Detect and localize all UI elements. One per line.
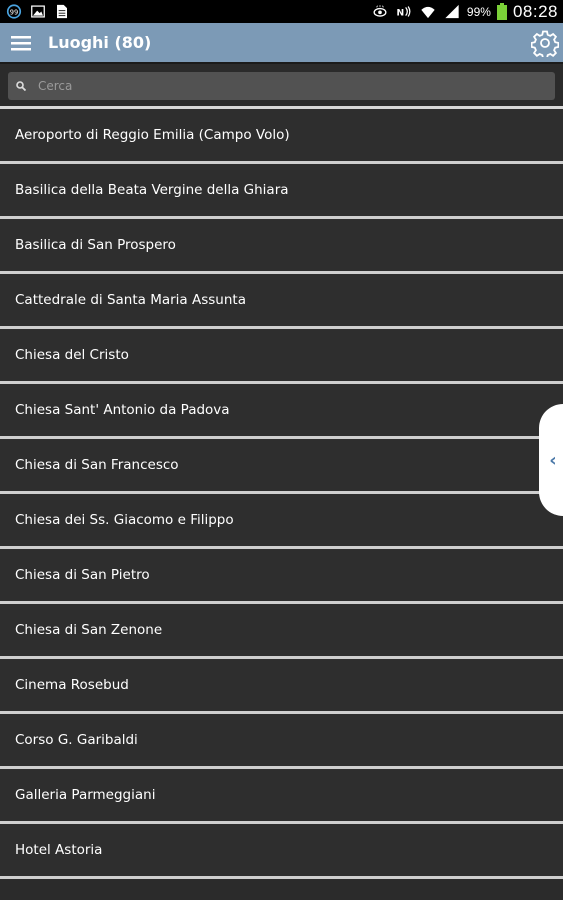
battery-icon — [496, 3, 507, 20]
list-item[interactable]: Hotel Astoria — [0, 824, 563, 879]
list-item[interactable]: Galleria Parmeggiani — [0, 769, 563, 824]
image-icon — [31, 5, 45, 18]
svg-text:99: 99 — [10, 8, 18, 16]
app-bar: Luoghi (80) — [0, 23, 563, 64]
wifi-icon — [421, 6, 435, 19]
list-item[interactable]: Chiesa Sant' Antonio da Padova — [0, 384, 563, 439]
gear-icon — [530, 30, 560, 60]
svg-text:N: N — [396, 8, 404, 19]
list-item[interactable]: Cattedrale di Santa Maria Assunta — [0, 274, 563, 329]
search-icon — [16, 81, 26, 91]
settings-button[interactable] — [530, 29, 560, 60]
list-item[interactable]: Corso G. Garibaldi — [0, 714, 563, 769]
status-bar-left: 99 — [5, 4, 71, 19]
list-item[interactable]: Aeroporto di Reggio Emilia (Campo Volo) — [0, 109, 563, 164]
list-item[interactable]: Chiesa del Cristo — [0, 329, 563, 384]
search-box[interactable] — [8, 72, 555, 100]
menu-icon — [11, 35, 31, 50]
side-drawer-handle[interactable]: ‹ — [539, 404, 563, 516]
search-input[interactable] — [38, 79, 478, 93]
status-bar: 99 N 99% 08:28 — [0, 0, 563, 23]
document-icon — [57, 4, 67, 19]
notification-icon: 99 — [6, 4, 22, 19]
battery-percentage: 99% — [466, 4, 491, 19]
list-item[interactable]: Chiesa di San Zenone — [0, 604, 563, 659]
chevron-left-icon: ‹ — [549, 449, 557, 471]
eye-icon — [373, 5, 387, 17]
nfc-icon: N — [396, 6, 411, 19]
list-item[interactable]: Cinema Rosebud — [0, 659, 563, 714]
places-list: Aeroporto di Reggio Emilia (Campo Volo) … — [0, 109, 563, 879]
menu-button[interactable] — [0, 22, 42, 63]
list-item[interactable]: Chiesa di San Pietro — [0, 549, 563, 604]
clock: 08:28 — [512, 1, 558, 21]
list-item[interactable]: Basilica di San Prospero — [0, 219, 563, 274]
list-item[interactable]: Chiesa dei Ss. Giacomo e Filippo — [0, 494, 563, 549]
list-item[interactable]: Chiesa di San Francesco — [0, 439, 563, 494]
list-item[interactable]: Basilica della Beata Vergine della Ghiar… — [0, 164, 563, 219]
status-bar-right: N 99% 08:28 — [371, 2, 558, 22]
page-title: Luoghi (80) — [48, 33, 152, 52]
signal-icon — [445, 4, 459, 19]
search-bar — [0, 64, 563, 106]
